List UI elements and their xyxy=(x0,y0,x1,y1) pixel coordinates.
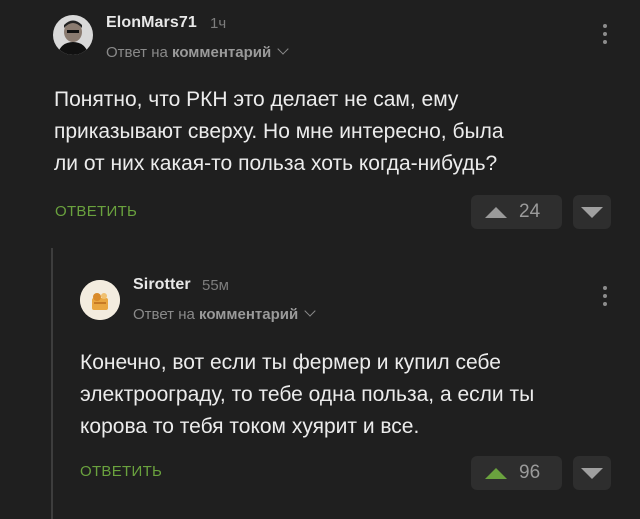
chevron-down-icon xyxy=(304,305,316,317)
upvote-icon xyxy=(485,467,507,479)
upvote-button[interactable]: 96 xyxy=(471,456,562,490)
comment-text: Понятно, что РКН это делает не сам, ему … xyxy=(54,88,504,175)
reply-target: комментарий xyxy=(172,44,272,61)
downvote-button[interactable] xyxy=(573,195,611,229)
reply-to-link[interactable]: Ответ на комментарий xyxy=(133,305,316,323)
more-vertical-icon[interactable] xyxy=(603,286,607,310)
downvote-icon xyxy=(581,206,603,218)
reply-prefix: Ответ на xyxy=(106,44,168,61)
downvote-button[interactable] xyxy=(573,456,611,490)
reply-to-link[interactable]: Ответ на комментарий xyxy=(106,43,289,61)
more-vertical-icon[interactable] xyxy=(603,24,607,48)
downvote-icon xyxy=(581,467,603,479)
username[interactable]: ElonMars71 xyxy=(106,14,197,32)
upvote-button[interactable]: 24 xyxy=(471,195,562,229)
thread-line[interactable] xyxy=(51,248,53,519)
avatar[interactable] xyxy=(80,280,120,320)
reply-button[interactable]: ОТВЕТИТЬ xyxy=(80,463,162,480)
reply-button[interactable]: ОТВЕТИТЬ xyxy=(55,203,137,220)
comment-time: 1ч xyxy=(210,15,227,32)
reply-prefix: Ответ на xyxy=(133,306,195,323)
reply-target: комментарий xyxy=(199,306,299,323)
comment-time: 55м xyxy=(202,277,229,294)
comment-reply: Sirotter 55м Ответ на комментарий Конечн… xyxy=(0,240,640,519)
vote-count: 24 xyxy=(519,201,541,222)
upvote-icon xyxy=(485,206,507,218)
comment: ElonMars71 1ч Ответ на комментарий Понят… xyxy=(0,0,640,240)
vote-count: 96 xyxy=(519,462,541,483)
comment-text: Конечно, вот если ты фермер и купил себе… xyxy=(80,351,535,438)
chevron-down-icon xyxy=(277,43,289,55)
avatar[interactable] xyxy=(53,15,93,55)
username[interactable]: Sirotter xyxy=(133,276,191,294)
